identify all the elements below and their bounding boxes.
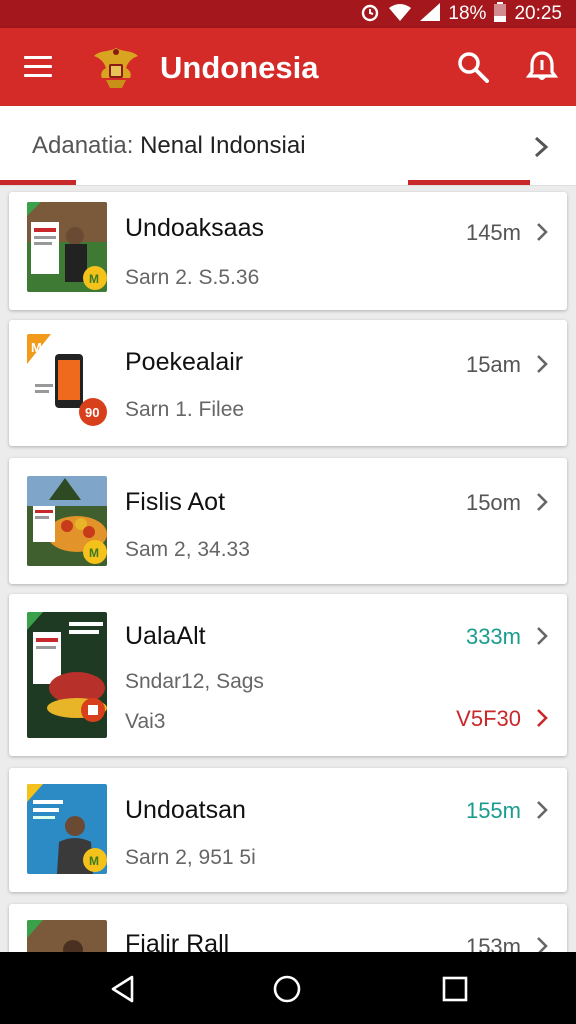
status-time: 20:25 (514, 3, 562, 24)
chevron-right-icon (535, 354, 549, 374)
item-distance: 15om (465, 490, 521, 515)
item-subtitle: Sarn 2. S.5.36 (125, 266, 260, 289)
recents-icon[interactable] (440, 974, 470, 1004)
system-nav-bar (0, 952, 576, 1024)
battery-percent: 18% (448, 3, 487, 24)
item-title: Undoaksaas (125, 214, 264, 242)
item-extra-label: Vai3 (125, 710, 166, 733)
item-thumbnail (27, 612, 107, 738)
list-item[interactable]: M Fislis Aot Sam 2, 34.33 15om (9, 458, 567, 584)
item-title: Fislis Aot (125, 488, 226, 516)
svg-text:M: M (89, 854, 99, 868)
chevron-right-icon (535, 800, 549, 820)
item-title: UalaAlt (125, 622, 206, 650)
item-subtitle: Sarn 2, 951 5i (125, 846, 256, 869)
status-bar: 18% 20:25 (0, 0, 576, 28)
item-thumbnail: M 90 (27, 334, 107, 430)
item-distance: 145m (465, 220, 521, 245)
menu-icon[interactable] (24, 56, 52, 78)
notification-icon[interactable] (525, 50, 559, 84)
chevron-right-icon (535, 626, 549, 646)
chevron-right-icon (532, 136, 550, 158)
list-item[interactable]: M Undoatsan Sarn 2, 951 5i 155m (9, 768, 567, 892)
battery-icon (494, 2, 507, 26)
app-bar: Undonesia (0, 28, 576, 106)
search-icon[interactable] (456, 50, 490, 84)
location-subheader[interactable]: Adanatia: Nenal Indonsiai (0, 106, 576, 186)
subheader-prefix: Adanatia: (32, 132, 134, 159)
chevron-right-icon (535, 222, 549, 242)
chevron-right-icon[interactable] (535, 708, 549, 728)
app-title: Undonesia (160, 50, 319, 85)
tab-indicator-right (408, 180, 530, 185)
back-icon[interactable] (108, 974, 138, 1004)
subheader-text: Adanatia: Nenal Indonsiai (32, 132, 306, 160)
item-title: Poekealair (125, 348, 244, 376)
item-subtitle: Sarn 1. Filee (125, 398, 245, 421)
chevron-right-icon (535, 492, 549, 512)
item-distance: 155m (465, 798, 521, 823)
tab-indicator-left (0, 180, 76, 185)
alarm-icon (360, 2, 380, 26)
wifi-icon (388, 3, 412, 25)
list-item[interactable]: M Undoaksaas Sarn 2. S.5.36 145m (9, 192, 567, 310)
item-distance: 333m (465, 624, 521, 649)
svg-text:M: M (31, 340, 42, 355)
svg-text:90: 90 (85, 405, 99, 420)
item-price: V5F30 (456, 706, 521, 731)
item-subtitle: Sndar12, Sags (125, 670, 264, 693)
garuda-emblem (92, 44, 140, 90)
svg-text:M: M (89, 272, 99, 286)
item-thumbnail: M (27, 202, 107, 292)
item-thumbnail: M (27, 476, 107, 566)
list-item[interactable]: M 90 Poekealair Sarn 1. Filee 15am (9, 320, 567, 446)
home-icon[interactable] (272, 974, 302, 1004)
item-subtitle: Sam 2, 34.33 (125, 538, 250, 561)
svg-text:M: M (89, 546, 99, 560)
item-thumbnail: M (27, 784, 107, 874)
item-title: Undoatsan (125, 796, 246, 824)
item-distance: 15am (465, 352, 521, 377)
list-item[interactable]: UalaAlt Sndar12, Sags Vai3 333m V5F30 (9, 594, 567, 756)
subheader-label: Nenal Indonsiai (140, 132, 306, 159)
signal-icon (420, 3, 441, 25)
